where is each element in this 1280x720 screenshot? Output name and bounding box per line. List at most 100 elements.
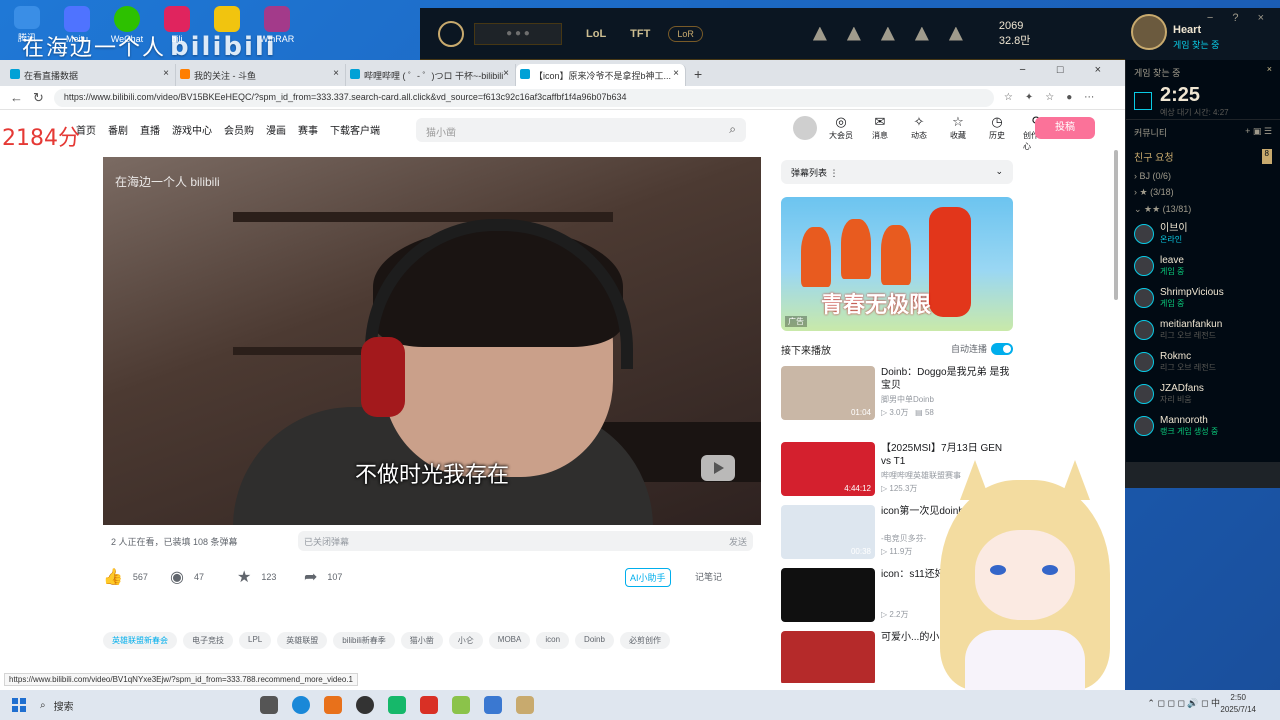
lol-lor-button[interactable]: LoR — [668, 25, 703, 42]
refresh-icon[interactable]: ↻ — [33, 90, 44, 106]
collection-icon[interactable] — [880, 26, 895, 41]
danmaku-list-toggle[interactable]: 弹幕列表 ⋮ ⌄ — [781, 160, 1013, 184]
lol-taskbar-icon[interactable] — [516, 696, 534, 714]
windows-start-icon[interactable] — [12, 698, 26, 712]
app-icon[interactable] — [356, 696, 374, 714]
friend-group[interactable]: ⌄ ★★ (13/81) — [1126, 201, 1280, 218]
note-button[interactable]: 记笔记 — [695, 570, 722, 583]
friend-item[interactable]: ShrimpVicious 게임 중 — [1126, 282, 1280, 314]
app-icon[interactable] — [324, 696, 342, 714]
app-icon[interactable] — [452, 696, 470, 714]
close-icon[interactable]: × — [1267, 64, 1272, 74]
video-thumbnail[interactable] — [781, 631, 875, 683]
header-vip[interactable]: ◎ 大会员 — [828, 114, 854, 152]
ai-assistant-button[interactable]: AI小助手 — [625, 568, 671, 587]
tag-chip[interactable]: LPL — [239, 632, 272, 649]
friend-item[interactable]: 이브이 온라인 — [1126, 218, 1280, 250]
video-thumbnail[interactable]: 4:44:12 — [781, 442, 875, 496]
ad-banner[interactable]: 青春无极限 广告 — [781, 197, 1013, 331]
new-tab-button[interactable]: + — [686, 66, 710, 86]
extension-icon[interactable]: ✦ — [1025, 92, 1033, 103]
danmaku-input[interactable]: 已关闭弹幕 发送 — [298, 531, 753, 551]
video-title[interactable]: Doinb：Doggo是我兄弟 是我宝贝 — [881, 366, 1013, 392]
community-actions[interactable]: + ▣ ☰ — [1245, 126, 1272, 139]
profile-icon[interactable]: ● — [1066, 92, 1072, 103]
taskbar-clock[interactable]: 2:50 2025/7/14 — [1220, 692, 1256, 716]
tag-chip[interactable]: Doinb — [575, 632, 614, 649]
like-button[interactable]: 👍 567 — [103, 567, 170, 587]
header-history[interactable]: ◷ 历史 — [984, 114, 1010, 152]
coin-button[interactable]: ◉ 47 — [170, 567, 237, 587]
friend-item[interactable]: Rokmc 리그 오브 레전드 — [1126, 346, 1280, 378]
browser-tab[interactable]: 哔哩哔哩 ( ゜- ゜)つロ 干杯~-bilibili × — [346, 64, 516, 86]
browser-tab-active[interactable]: 【icon】原来冷爷不是拿捏b神工... × — [516, 64, 686, 86]
friend-item[interactable]: leave 게임 중 — [1126, 250, 1280, 282]
header-dynamic[interactable]: ✧ 动态 — [906, 114, 932, 152]
autoplay-toggle[interactable]: 自动连播 — [951, 342, 1013, 357]
menu-icon[interactable]: ⋯ — [1084, 92, 1094, 103]
send-button[interactable]: 发送 — [729, 535, 747, 548]
share-button[interactable]: ➦ 107 — [304, 567, 371, 587]
home-icon[interactable] — [812, 26, 827, 41]
tag-chip[interactable]: MOBA — [488, 632, 531, 649]
header-messages[interactable]: ✉ 消息 — [867, 114, 893, 152]
video-thumbnail[interactable]: 01:04 — [781, 366, 875, 420]
bookmark-star-icon[interactable]: ☆ — [1004, 92, 1013, 103]
tag-chip[interactable]: 英雄联盟 — [277, 632, 328, 649]
edge-icon[interactable] — [292, 696, 310, 714]
nav-game-center[interactable]: 游戏中心 — [172, 122, 212, 137]
browser-tab[interactable]: 我的关注 - 斗鱼 × — [176, 64, 346, 86]
recommended-video[interactable]: 01:04 Doinb：Doggo是我兄弟 是我宝贝 脚男中单Doinb ▷ 3… — [781, 366, 1013, 420]
close-icon[interactable]: × — [333, 68, 339, 79]
lol-social-toolbar[interactable] — [1125, 462, 1280, 488]
header-favorites[interactable]: ☆ 收藏 — [945, 114, 971, 152]
system-tray[interactable]: ⌃ ◻ ◻ ◻ 🔊 ◻ 中 — [1147, 696, 1220, 709]
close-icon[interactable]: × — [163, 68, 169, 79]
toggle-switch[interactable] — [991, 343, 1013, 356]
lol-play-button[interactable]: ● ● ● — [474, 22, 562, 45]
tag-chip[interactable]: bilibili新春季 — [333, 632, 395, 649]
avatar[interactable] — [793, 116, 817, 140]
favorite-button[interactable]: ★ 123 — [237, 567, 304, 587]
lol-window-controls[interactable]: − ? × — [1207, 12, 1272, 24]
video-thumbnail[interactable]: 00:38 — [781, 505, 875, 559]
upload-button[interactable]: 投稿 — [1035, 117, 1095, 139]
tag-chip[interactable]: 必剪创作 — [619, 632, 670, 649]
close-icon[interactable]: × — [673, 68, 679, 79]
taskbar-search[interactable]: ⌕ 搜索 — [40, 698, 180, 713]
tag-chip[interactable]: 猫小凿 — [400, 632, 443, 649]
nav-manga[interactable]: 漫画 — [266, 122, 286, 137]
nav-anime[interactable]: 番剧 — [108, 122, 128, 137]
nav-esports[interactable]: 赛事 — [298, 122, 318, 137]
friend-group[interactable]: › ★ (3/18) — [1126, 184, 1280, 201]
store-icon[interactable] — [948, 26, 963, 41]
tag-chip[interactable]: 小仑 — [448, 632, 483, 649]
app-icon[interactable] — [484, 696, 502, 714]
friend-requests[interactable]: 친구 요청 8 — [1126, 145, 1280, 168]
nav-download-client[interactable]: 下载客户端 — [330, 122, 380, 137]
friend-group[interactable]: › BJ (0/6) — [1126, 168, 1280, 184]
play-icon[interactable] — [701, 455, 735, 481]
tag-chip[interactable]: icon — [536, 632, 570, 649]
nav-live[interactable]: 直播 — [140, 122, 160, 137]
avatar[interactable] — [1131, 14, 1167, 50]
back-icon[interactable]: ← — [10, 90, 23, 105]
tag-chip[interactable]: 电子竞技 — [183, 632, 233, 649]
video-uploader[interactable]: -电竞贝多芬- — [881, 533, 926, 544]
lol-tab-lol[interactable]: LoL — [586, 28, 606, 40]
search-icon[interactable]: ⌕ — [729, 122, 736, 137]
task-view-icon[interactable] — [260, 696, 278, 714]
video-uploader[interactable]: 脚男中单Doinb — [881, 394, 934, 405]
tag-chip[interactable]: 英雄联盟新春会 — [103, 632, 177, 649]
lol-tab-tft[interactable]: TFT — [630, 28, 650, 40]
friend-item[interactable]: JZADfans 자리 비움 — [1126, 378, 1280, 410]
video-thumbnail[interactable] — [781, 568, 875, 622]
url-input[interactable]: https://www.bilibili.com/video/BV15BKEeH… — [53, 88, 994, 107]
video-player[interactable]: 在海边一个人 bilibili 不做时光我存在 — [103, 157, 761, 525]
scrollbar[interactable] — [1114, 150, 1118, 300]
loot-icon[interactable] — [914, 26, 929, 41]
browser-tab[interactable]: 在看直播数据 × — [6, 64, 176, 86]
close-icon[interactable]: × — [503, 68, 509, 79]
favorites-icon[interactable]: ☆ — [1045, 92, 1054, 103]
window-controls[interactable]: − □ × — [1019, 64, 1115, 76]
